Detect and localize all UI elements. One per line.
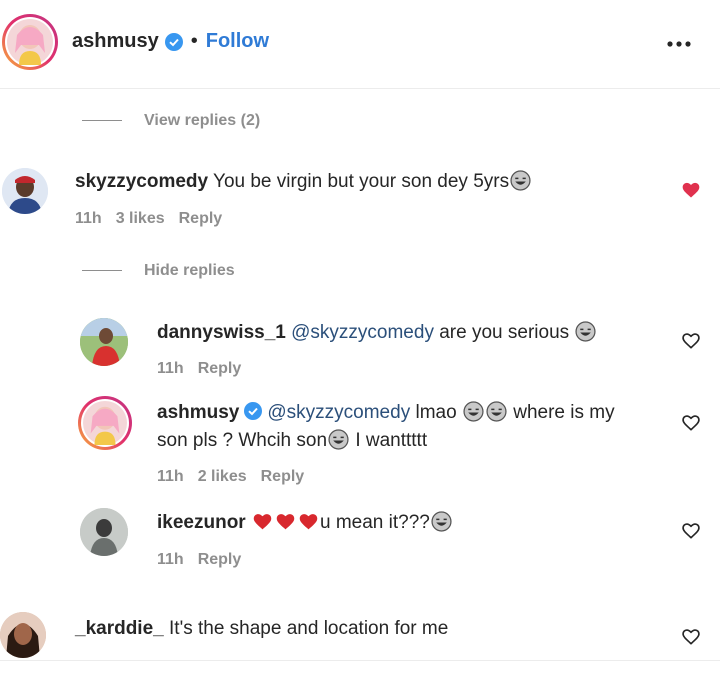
mention-link[interactable]: @skyzzycomedy: [291, 322, 434, 343]
like-heart-icon[interactable]: [681, 521, 701, 541]
hide-replies-label: Hide replies: [144, 262, 235, 279]
header-separator: •: [190, 30, 198, 52]
reply-button[interactable]: Reply: [198, 360, 242, 377]
comment-time: 11h: [157, 551, 184, 568]
verified-badge-icon: [164, 32, 183, 51]
hide-replies-toggle[interactable]: Hide replies: [82, 262, 235, 280]
comment-likes[interactable]: 2 likes: [198, 468, 247, 485]
laughing-emoji-icon: [328, 429, 349, 450]
commenter-photo: [80, 318, 128, 366]
laughing-emoji-icon: [486, 401, 507, 422]
like-heart-icon[interactable]: [681, 627, 701, 647]
laughing-emoji-icon: [431, 511, 452, 532]
commenter-avatar[interactable]: [0, 612, 46, 658]
comment-body: skyzzycomedy You be virgin but your son …: [75, 168, 635, 196]
comment-username[interactable]: dannyswiss_1: [157, 322, 286, 343]
thread-line: [82, 270, 122, 272]
comment-body: ashmusy @skyzzycomedy lmao where is my so…: [157, 399, 667, 455]
red-heart-emoji-icon: [253, 514, 272, 530]
comment-time: 11h: [75, 210, 102, 227]
like-heart-icon[interactable]: [681, 413, 701, 433]
comment-username[interactable]: skyzzycomedy: [75, 171, 208, 192]
reply-button[interactable]: Reply: [179, 210, 223, 227]
red-heart-emoji-icon: [276, 514, 295, 530]
comment-text: I wanttttt: [355, 430, 428, 451]
more-options-icon[interactable]: [666, 36, 692, 47]
author-username[interactable]: ashmusy: [72, 30, 159, 53]
commenter-photo: [80, 508, 128, 556]
commenter-photo: [83, 401, 127, 445]
comment-text: are you serious: [439, 322, 570, 343]
comment-text: lmao: [415, 402, 457, 423]
comment-body: _karddie_ It's the shape and location fo…: [75, 615, 635, 643]
comment-username[interactable]: _karddie_: [75, 618, 164, 639]
reply-button[interactable]: Reply: [261, 468, 305, 485]
commenter-avatar[interactable]: [78, 396, 132, 450]
comment-username[interactable]: ikeezunor: [157, 512, 246, 533]
comment-text: u mean it???: [319, 512, 430, 533]
follow-button[interactable]: Follow: [206, 30, 269, 53]
verified-badge-icon: [244, 402, 263, 420]
comment-body: dannyswiss_1 @skyzzycomedy are you serio…: [157, 319, 657, 347]
header-divider: [0, 88, 720, 89]
commenter-avatar[interactable]: [2, 168, 48, 214]
view-replies-toggle[interactable]: View replies (2): [82, 112, 260, 130]
view-replies-label: View replies (2): [144, 112, 261, 129]
commenter-avatar[interactable]: [80, 318, 128, 366]
bottom-divider: [0, 660, 720, 661]
comment-time: 11h: [157, 360, 184, 377]
comment-time: 11h: [157, 468, 184, 485]
laughing-emoji-icon: [463, 401, 484, 422]
author-avatar[interactable]: [2, 14, 58, 70]
reply-button[interactable]: Reply: [198, 551, 242, 568]
mention-link[interactable]: @skyzzycomedy: [267, 402, 410, 423]
like-heart-icon[interactable]: [681, 331, 701, 351]
comment-username[interactable]: ashmusy: [157, 402, 239, 423]
commenter-photo: [2, 168, 48, 214]
laughing-emoji-icon: [575, 321, 597, 342]
author-photo: [7, 19, 53, 65]
comment-text: where is my: [513, 402, 615, 423]
thread-line: [82, 120, 122, 122]
comment-text: son pls ? Whcih son: [157, 430, 328, 451]
laughing-emoji-icon: [510, 170, 531, 191]
comment-body: ikeezunor u mean it???: [157, 509, 657, 537]
comment-text: It's the shape and location for me: [169, 618, 449, 639]
comment-likes[interactable]: 3 likes: [116, 210, 165, 227]
like-heart-icon[interactable]: [681, 180, 701, 200]
commenter-photo: [0, 612, 46, 658]
commenter-avatar[interactable]: [80, 508, 128, 556]
red-heart-emoji-icon: [299, 514, 318, 530]
comment-text: You be virgin but your son dey 5yrs: [213, 171, 510, 192]
